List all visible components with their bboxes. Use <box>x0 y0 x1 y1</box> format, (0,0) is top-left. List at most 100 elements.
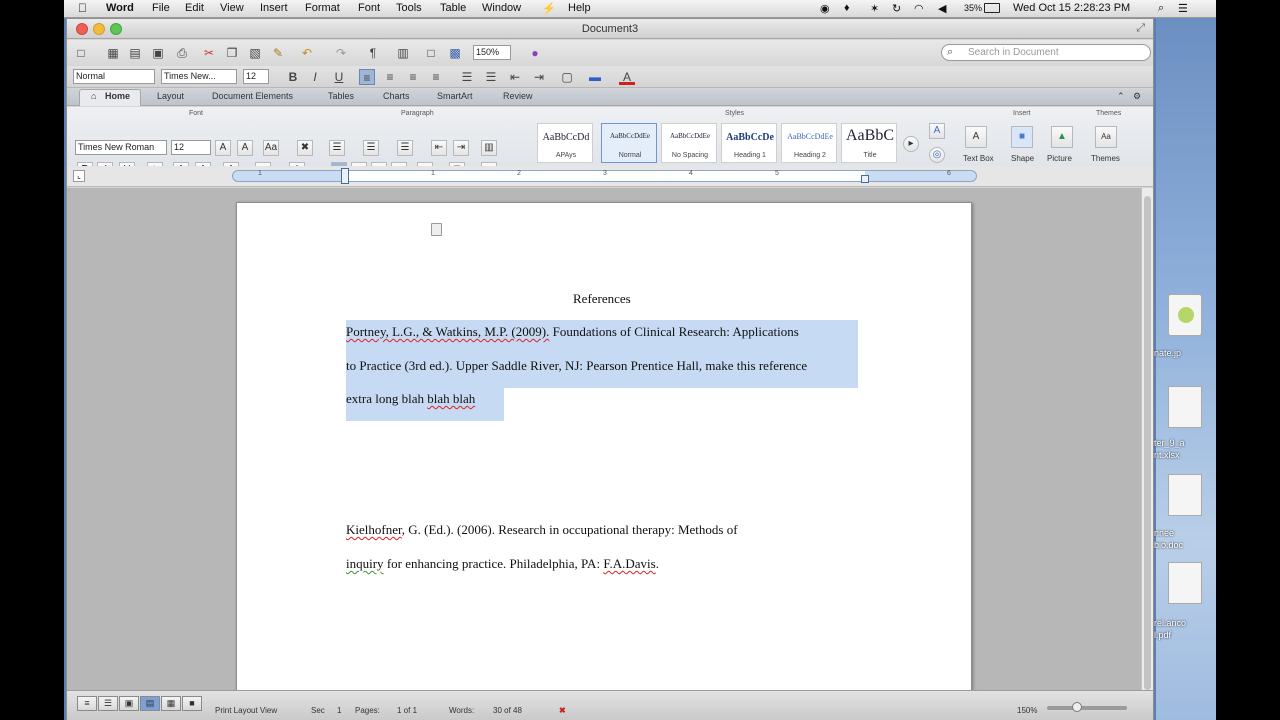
underline-icon[interactable]: U <box>331 69 347 85</box>
vertical-scrollbar[interactable] <box>1141 188 1153 690</box>
highlight-icon[interactable]: ▬ <box>587 69 603 85</box>
shape-label[interactable]: Shape <box>1011 154 1034 163</box>
apple-icon[interactable]:  <box>78 1 87 15</box>
draft-view-icon[interactable]: ≡ <box>77 696 97 711</box>
templates-icon[interactable]: ▦ <box>105 45 121 61</box>
themes-label[interactable]: Themes <box>1091 154 1120 163</box>
align-right-icon[interactable]: ≡ <box>405 69 421 85</box>
search-input[interactable]: Search in Document <box>941 44 1151 61</box>
ribbon-settings-icon[interactable]: ⚙ <box>1133 91 1141 102</box>
picture-label[interactable]: Picture <box>1047 154 1072 163</box>
borders-icon[interactable]: ▢ <box>559 69 575 85</box>
shrink-font-icon[interactable]: A <box>237 140 253 156</box>
text-box-label[interactable]: Text Box <box>963 154 994 163</box>
menu-edit[interactable]: Edit <box>185 2 204 14</box>
zoom-slider[interactable] <box>1047 702 1127 712</box>
pdf-file-icon[interactable] <box>1168 562 1202 604</box>
ribbon-decrease-indent-icon[interactable]: ⇤ <box>431 140 447 156</box>
tab-smartart[interactable]: SmartArt <box>437 91 473 101</box>
shield-icon[interactable]: ♦ <box>844 2 850 14</box>
font-size-field[interactable]: 12 <box>243 69 269 84</box>
style-field[interactable]: Normal <box>73 69 155 84</box>
media-browser-icon[interactable]: ▩ <box>447 45 463 61</box>
style-heading-2[interactable]: AaBbCcDdEe Heading 2 <box>781 123 837 163</box>
notebook-view-icon[interactable]: ▦ <box>161 696 181 711</box>
menu-font[interactable]: Font <box>358 2 380 14</box>
copy-icon[interactable]: ❐ <box>224 45 240 61</box>
menu-tools[interactable]: Tools <box>396 2 422 14</box>
tab-review[interactable]: Review <box>503 91 533 101</box>
style-no-spacing[interactable]: AaBbCcDdEe No Spacing <box>661 123 717 163</box>
desktop-label[interactable]: nt.xlsx <box>1154 450 1216 461</box>
save-icon[interactable]: ▣ <box>150 45 166 61</box>
paste-icon[interactable]: ▧ <box>247 45 263 61</box>
ribbon-font-name[interactable]: Times New Roman <box>75 140 167 155</box>
publishing-view-icon[interactable]: ▣ <box>119 696 139 711</box>
new-document-icon[interactable]: □ <box>73 45 89 61</box>
desktop-label[interactable]: rel.anco <box>1154 618 1216 629</box>
document-page[interactable]: References Portney, L.G., & Watkins, M.P… <box>236 202 972 690</box>
desktop-label[interactable]: nnee <box>1154 528 1216 539</box>
scrollbar-thumb[interactable] <box>1144 196 1151 690</box>
zoom-field[interactable]: 150% <box>473 45 511 60</box>
desktop-label[interactable]: bio.doc <box>1154 540 1216 551</box>
shape-icon[interactable]: ■ <box>1011 126 1033 148</box>
desktop-label[interactable]: nate.jp <box>1154 348 1216 359</box>
style-normal[interactable]: AaBbCcDdEe Normal <box>601 123 657 163</box>
menu-file[interactable]: File <box>152 2 170 14</box>
desktop-label[interactable]: l.pdf <box>1154 630 1216 641</box>
increase-indent-icon[interactable]: ⇥ <box>531 69 547 85</box>
font-color-icon[interactable]: A <box>619 69 635 85</box>
menu-window[interactable]: Window <box>482 2 521 14</box>
menu-view[interactable]: View <box>220 2 244 14</box>
menu-app-word[interactable]: Word <box>106 2 134 14</box>
multilevel-list-icon[interactable]: ☰ <box>397 140 413 156</box>
tab-document-elements[interactable]: Document Elements <box>212 91 293 101</box>
style-title[interactable]: AaBbC Title <box>841 123 897 163</box>
columns-icon[interactable]: ▥ <box>481 140 497 156</box>
style-apays[interactable]: AaBbCcDd APAys <box>537 123 593 163</box>
format-painter-icon[interactable]: ✎ <box>270 45 286 61</box>
numbering-icon[interactable]: ☰ <box>483 69 499 85</box>
battery-icon[interactable] <box>984 3 1000 13</box>
styles-next-icon[interactable]: ▸ <box>903 136 919 152</box>
undo-icon[interactable]: ↶ <box>299 45 315 61</box>
bullets-icon[interactable]: ☰ <box>459 69 475 85</box>
focus-view-icon[interactable]: ■ <box>182 696 202 711</box>
redo-icon[interactable]: ↷ <box>333 45 349 61</box>
align-center-icon[interactable]: ≡ <box>382 69 398 85</box>
change-case-icon[interactable]: Aa <box>263 140 279 156</box>
ribbon-font-size[interactable]: 12 <box>171 140 211 155</box>
horizontal-ruler[interactable]: 1 1 2 3 4 5 6 <box>232 168 977 184</box>
themes-icon[interactable]: Aa <box>1095 126 1117 148</box>
tab-charts[interactable]: Charts <box>383 91 410 101</box>
text-styles-icon[interactable]: A <box>929 123 945 139</box>
decrease-indent-icon[interactable]: ⇤ <box>507 69 523 85</box>
print-icon[interactable]: ⎙ <box>174 45 190 61</box>
text-box-icon[interactable]: A <box>965 126 987 148</box>
cut-icon[interactable]: ✂ <box>201 45 217 61</box>
volume-icon[interactable]: ◀ <box>938 2 946 15</box>
paste-options-icon[interactable] <box>431 223 442 236</box>
ribbon-bullets-icon[interactable]: ☰ <box>329 140 345 156</box>
menu-format[interactable]: Format <box>305 2 340 14</box>
time-machine-icon[interactable]: ↻ <box>892 2 901 15</box>
notification-icon[interactable]: ☰ <box>1178 2 1188 15</box>
styles-pane-icon[interactable]: ◎ <box>929 147 945 163</box>
ribbon-increase-indent-icon[interactable]: ⇥ <box>453 140 469 156</box>
print-layout-view-icon[interactable]: ▤ <box>140 696 160 711</box>
menu-help[interactable]: Help <box>568 2 591 14</box>
font-field[interactable]: Times New... <box>161 69 237 84</box>
picture-icon[interactable]: ▲ <box>1051 126 1073 148</box>
tab-tables[interactable]: Tables <box>328 91 354 101</box>
fullscreen-icon[interactable]: ⤢ <box>1136 22 1145 35</box>
document-file-icon[interactable] <box>1168 474 1202 516</box>
indent-marker-icon[interactable] <box>341 168 349 184</box>
wifi-icon[interactable]: ◠ <box>914 2 924 15</box>
outline-view-icon[interactable]: ☰ <box>98 696 118 711</box>
collapse-ribbon-icon[interactable]: ⌃ <box>1117 91 1125 102</box>
ribbon-numbering-icon[interactable]: ☰ <box>363 140 379 156</box>
tab-layout[interactable]: Layout <box>157 91 184 101</box>
sidebar-icon[interactable]: ▥ <box>395 45 411 61</box>
tab-home-label[interactable]: Home <box>105 91 130 101</box>
